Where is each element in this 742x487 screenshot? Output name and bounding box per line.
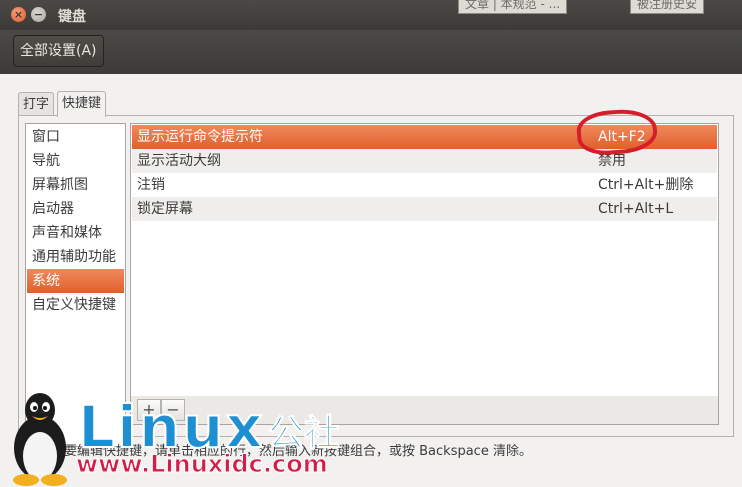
shortcut-accel[interactable]: Ctrl+Alt+L <box>598 197 673 221</box>
background-window-text: 文章 | 本规范 - ... <box>458 0 568 14</box>
shortcut-accel[interactable]: Ctrl+Alt+删除 <box>598 173 693 197</box>
tab-typing[interactable]: 打字 <box>18 92 55 116</box>
table-row[interactable]: 锁定屏幕 Ctrl+Alt+L <box>132 197 717 221</box>
category-item-selected[interactable]: 系统 <box>27 269 124 293</box>
close-icon[interactable]: × <box>11 7 26 22</box>
all-settings-button[interactable]: 全部设置(A) <box>13 35 104 67</box>
minimize-icon[interactable]: − <box>31 7 46 22</box>
background-window-button: 被注册史安 <box>630 0 705 14</box>
tab-shortcuts[interactable]: 快捷键 <box>57 91 107 117</box>
category-item[interactable]: 屏幕抓图 <box>27 173 124 197</box>
shortcut-name: 锁定屏幕 <box>137 201 193 217</box>
category-item[interactable]: 自定义快捷键 <box>27 293 124 317</box>
watermark-url: www.Linuxidc.com <box>76 450 329 479</box>
tux-penguin-icon <box>13 393 67 486</box>
category-item[interactable]: 启动器 <box>27 197 124 221</box>
category-item[interactable]: 窗口 <box>27 125 124 149</box>
shortcut-table: 显示运行命令提示符 Alt+F2 显示活动大纲 禁用 注销 Ctrl+Alt+删… <box>130 123 719 397</box>
watermark-cn: 公社 <box>267 413 341 455</box>
watermark-logo: Linux <box>77 393 265 461</box>
table-row[interactable]: 注销 Ctrl+Alt+删除 <box>132 173 717 197</box>
category-item[interactable]: 声音和媒体 <box>27 221 124 245</box>
shortcut-name: 显示活动大纲 <box>137 153 221 169</box>
title-bar: × − 键盘 文章 | 本规范 - ... 被注册史安 <box>0 0 742 30</box>
category-item[interactable]: 通用辅助功能 <box>27 245 124 269</box>
window-title: 键盘 <box>58 9 86 25</box>
shortcut-name: 显示运行命令提示符 <box>137 129 263 145</box>
category-item[interactable]: 导航 <box>27 149 124 173</box>
shortcut-name: 注销 <box>137 177 165 193</box>
toolbar: 全部设置(A) <box>0 30 742 74</box>
